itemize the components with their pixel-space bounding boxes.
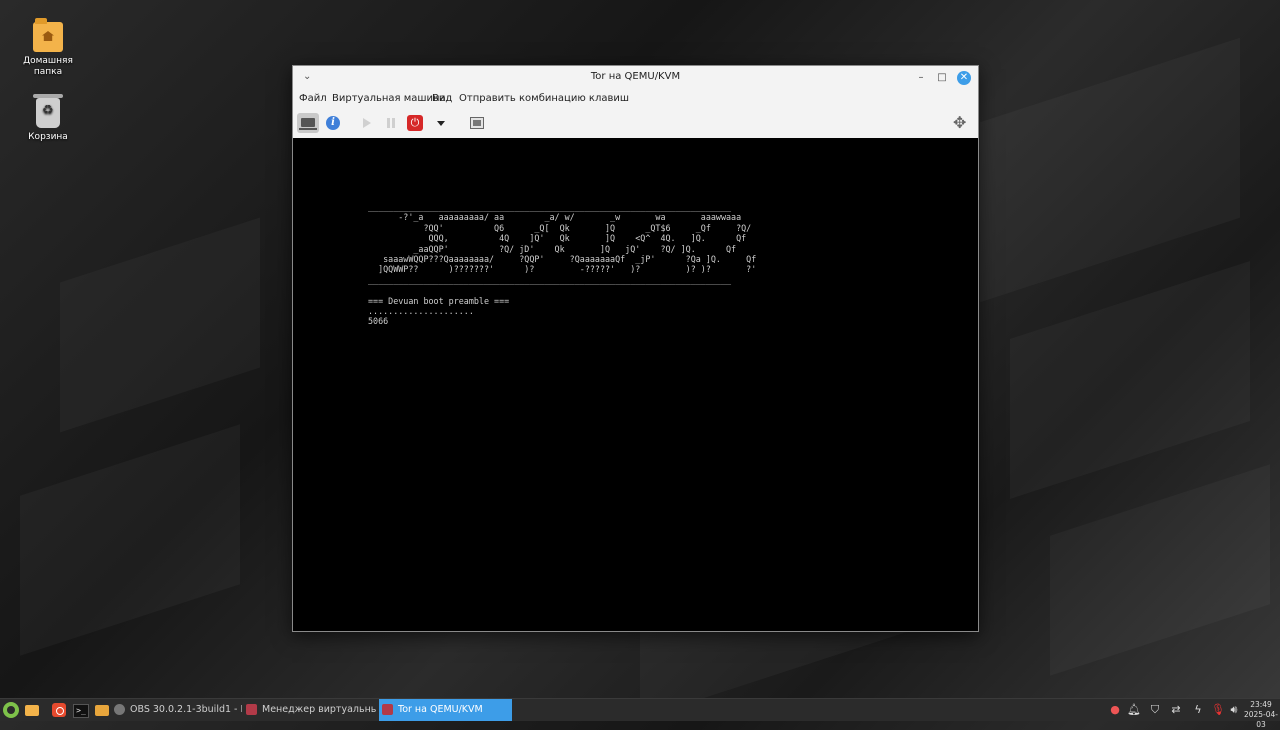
minimize-button[interactable]: –	[913, 70, 929, 86]
window-titlebar[interactable]: ⌄ Tor на QEMU/KVM – □ ✕	[293, 66, 978, 90]
volume-icon[interactable]: 🔊︎	[1226, 702, 1242, 718]
notifications-bell-icon[interactable]: 🔔︎	[1126, 702, 1142, 718]
trash-icon: ♻	[33, 94, 63, 128]
menu-send-key[interactable]: Отправить комбинацию клавиш	[459, 93, 629, 104]
taskbar: >_ OBS 30.0.2.1-3build1 - Пр... Менеджер…	[0, 698, 1280, 729]
console-output: ________________________________________…	[368, 202, 757, 327]
close-button[interactable]: ✕	[957, 71, 971, 85]
power-icon: ⏻	[407, 115, 423, 131]
task-virt-manager[interactable]: Менеджер виртуальных ...	[246, 699, 376, 721]
console-button[interactable]	[297, 113, 319, 133]
snapshots-button[interactable]	[466, 113, 488, 133]
chevron-down-icon	[437, 121, 445, 126]
folder-icon	[25, 705, 39, 716]
run-button[interactable]	[355, 113, 377, 133]
vm-window: ⌄ Tor на QEMU/KVM – □ ✕ Файл Виртуальная…	[292, 65, 979, 632]
toolbar: i ⏻ ✥	[293, 108, 978, 139]
desktop-icon-label: Корзина	[28, 132, 68, 142]
shield-icon[interactable]: ⛉	[1147, 702, 1163, 718]
virt-manager-icon	[246, 704, 257, 715]
browser-icon	[52, 703, 66, 717]
shutdown-menu-button[interactable]	[430, 113, 452, 133]
fit-screen-icon: ✥	[953, 113, 967, 132]
fullscreen-button[interactable]: ✥	[950, 113, 972, 133]
task-vm-window[interactable]: Tor на QEMU/KVM	[379, 699, 512, 721]
snapshot-icon	[470, 117, 484, 129]
shutdown-button[interactable]: ⏻	[404, 113, 426, 133]
menu-virtual-machine[interactable]: Виртуальная машина	[332, 93, 446, 104]
clock-time: 23:49	[1250, 700, 1272, 709]
info-icon: i	[326, 116, 340, 130]
play-icon	[363, 118, 371, 128]
maximize-button[interactable]: □	[934, 70, 950, 86]
menu-file[interactable]: Файл	[299, 93, 327, 104]
folder-icon	[95, 705, 109, 716]
menubar: Файл Виртуальная машина Вид Отправить ко…	[293, 90, 978, 108]
desktop-icon-trash[interactable]: ♻ Корзина	[8, 94, 88, 143]
details-button[interactable]: i	[322, 113, 344, 133]
terminal-launcher[interactable]: >_	[72, 702, 89, 718]
desktop-icon-label: Домашняя папка	[23, 56, 73, 77]
browser-launcher[interactable]	[51, 702, 67, 718]
menu-view[interactable]: Вид	[432, 93, 452, 104]
files-launcher[interactable]	[24, 702, 40, 718]
pause-button[interactable]	[380, 113, 402, 133]
microphone-icon[interactable]: 🎙︎	[1210, 702, 1226, 718]
task-label: Tor на QEMU/KVM	[398, 704, 483, 715]
clock-date: 2025-04-03	[1243, 710, 1279, 729]
network-icon[interactable]: ⇄	[1168, 702, 1184, 718]
home-folder-icon	[33, 18, 63, 52]
vm-display[interactable]: ________________________________________…	[293, 138, 978, 631]
desktop-icon-home[interactable]: Домашняя папка	[8, 18, 88, 78]
console-icon	[299, 118, 317, 130]
pause-icon	[387, 118, 390, 128]
start-menu-icon[interactable]	[3, 702, 19, 718]
window-title: Tor на QEMU/KVM	[590, 71, 681, 82]
task-label: Менеджер виртуальных ...	[262, 704, 376, 715]
obs-icon	[114, 704, 125, 715]
task-obs[interactable]: OBS 30.0.2.1-3build1 - Пр...	[114, 699, 242, 721]
file-manager-launcher[interactable]	[94, 702, 110, 718]
task-label: OBS 30.0.2.1-3build1 - Пр...	[130, 704, 242, 715]
virt-manager-icon	[382, 704, 393, 715]
clock[interactable]: 23:49 2025-04-03	[1243, 700, 1279, 730]
power-manager-icon[interactable]: ϟ	[1190, 702, 1206, 718]
obs-tray-icon[interactable]: ●	[1107, 702, 1123, 718]
terminal-icon: >_	[73, 704, 89, 718]
